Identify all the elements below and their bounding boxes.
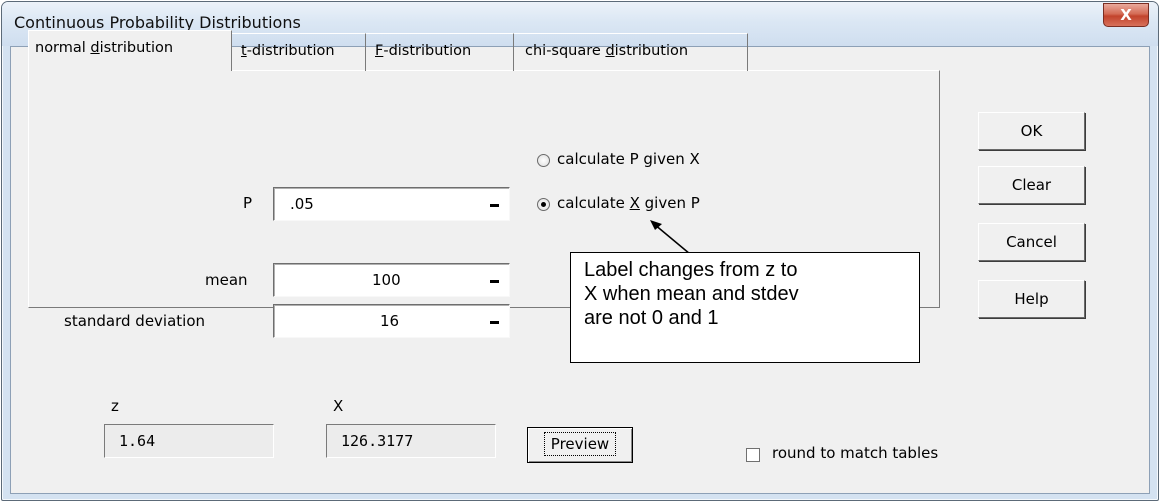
tab-normal-distribution[interactable]: normal distribution — [28, 30, 232, 71]
callout-arrow-icon — [650, 220, 691, 255]
x-result-field: 126.3177 — [326, 424, 496, 458]
mean-edit-dash-icon[interactable] — [490, 280, 499, 283]
help-button[interactable]: Help — [978, 280, 1085, 318]
z-result-label: z — [111, 397, 119, 415]
p-edit-dash-icon[interactable] — [490, 204, 499, 207]
tab-accesskey: d — [605, 43, 615, 59]
tab-f-distribution[interactable]: F-distribution — [366, 33, 514, 71]
p-input[interactable]: .05 — [273, 187, 510, 221]
tab-label: istribution — [614, 43, 689, 59]
close-button[interactable]: X — [1103, 3, 1149, 27]
mean-value: 100 — [372, 271, 401, 289]
calculate-p-radio[interactable] — [537, 154, 550, 167]
mean-input[interactable]: 100 — [273, 263, 510, 297]
radio-selected-dot — [541, 202, 546, 207]
option-accesskey: X — [629, 194, 640, 212]
z-result-field: 1.64 — [104, 424, 274, 458]
calculate-x-label[interactable]: calculate X given P — [557, 194, 700, 212]
calculate-p-label[interactable]: calculate P given X — [557, 150, 700, 168]
mean-label: mean — [205, 271, 248, 289]
calculate-x-radio[interactable] — [537, 198, 550, 211]
cancel-button[interactable]: Cancel — [978, 223, 1085, 261]
tab-label: -distribution — [383, 43, 472, 59]
p-label: P — [243, 194, 253, 212]
option-text: given P — [639, 194, 700, 212]
callout-line: Label changes from z to — [584, 259, 798, 281]
tab-t-distribution[interactable]: t-distribution — [232, 33, 366, 71]
tab-accesskey: d — [90, 40, 100, 56]
preview-button[interactable]: Preview — [527, 427, 633, 463]
sd-value: 16 — [380, 312, 400, 330]
z-result-value: 1.64 — [119, 432, 156, 450]
x-result-value: 126.3177 — [341, 432, 414, 450]
close-icon: X — [1120, 6, 1132, 24]
round-to-tables-label[interactable]: round to match tables — [772, 444, 938, 462]
callout-line: X when mean and stdev — [584, 283, 799, 305]
ok-button[interactable]: OK — [978, 112, 1085, 150]
tab-label: chi-square — [525, 43, 606, 59]
x-result-label: X — [333, 397, 344, 415]
tab-label: -distribution — [246, 43, 335, 59]
sd-label: standard deviation — [64, 312, 206, 330]
option-text: calculate — [557, 194, 630, 212]
round-to-tables-checkbox[interactable] — [746, 448, 760, 462]
annotation-callout: Label changes from z to X when mean and … — [570, 252, 920, 363]
callout-line: are not 0 and 1 — [584, 307, 719, 329]
tab-label: istribution — [99, 40, 174, 56]
tab-label: normal — [35, 40, 91, 56]
p-value: .05 — [290, 195, 314, 213]
sd-edit-dash-icon[interactable] — [490, 321, 499, 324]
tab-chi-square-distribution[interactable]: chi-square distribution — [514, 33, 748, 71]
sd-input[interactable]: 16 — [273, 304, 510, 338]
clear-button[interactable]: Clear — [978, 166, 1085, 204]
preview-label: Preview — [543, 432, 617, 456]
